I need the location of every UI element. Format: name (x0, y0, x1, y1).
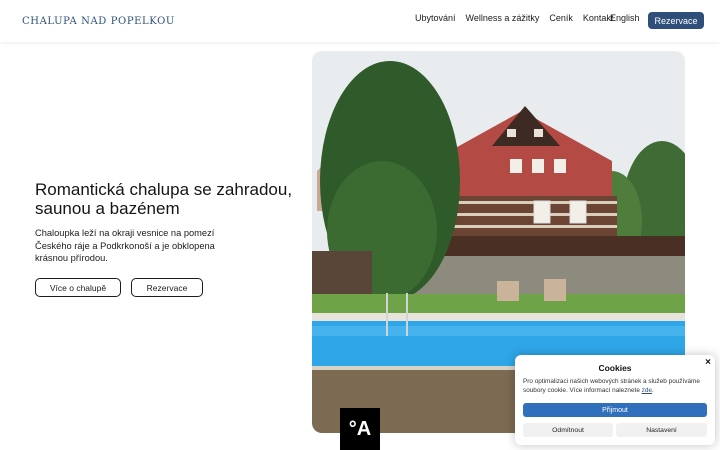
nav-item-cenik[interactable]: Ceník (549, 13, 573, 23)
site-header: CHALUPA NAD POPELKOU Ubytování Wellness … (0, 0, 720, 42)
cookie-title: Cookies (598, 363, 632, 373)
main-nav: Ubytování Wellness a zážitky Ceník Konta… (415, 13, 623, 23)
hero-description: Chaloupka leží na okraji vesnice na pome… (35, 228, 215, 263)
more-about-cottage-button[interactable]: Více o chalupě (35, 278, 121, 297)
accessibility-badge[interactable]: °A (340, 408, 380, 450)
hero-title: Romantická chalupa se zahradou, saunou a… (35, 180, 293, 218)
nav-item-ubytovani[interactable]: Ubytování (415, 13, 456, 23)
language-switch[interactable]: English (610, 13, 640, 23)
cookie-deny-button[interactable]: Odmítnout (523, 423, 613, 437)
cookie-accept-button[interactable]: Přijmout (523, 403, 707, 417)
header-reservation-button[interactable]: Rezervace (648, 12, 704, 29)
cookie-text-body: Pro optimalizaci našich webových stránek… (523, 378, 700, 394)
site-logo[interactable]: CHALUPA NAD POPELKOU (14, 5, 174, 37)
cookie-dialog: × Cookies Pro optimalizaci našich webový… (515, 355, 715, 445)
cookie-text-end: . (651, 387, 654, 394)
nav-item-kontakt[interactable]: Kontakt (583, 13, 614, 23)
nav-item-wellness[interactable]: Wellness a zážitky (466, 13, 540, 23)
cookie-more-link[interactable]: zde (642, 387, 652, 394)
cookie-settings-button[interactable]: Nastavení (616, 423, 707, 437)
cookie-text: Pro optimalizaci našich webových stránek… (523, 377, 709, 395)
logo-text: CHALUPA NAD POPELKOU (22, 15, 175, 27)
hero-reservation-button[interactable]: Rezervace (131, 278, 203, 297)
